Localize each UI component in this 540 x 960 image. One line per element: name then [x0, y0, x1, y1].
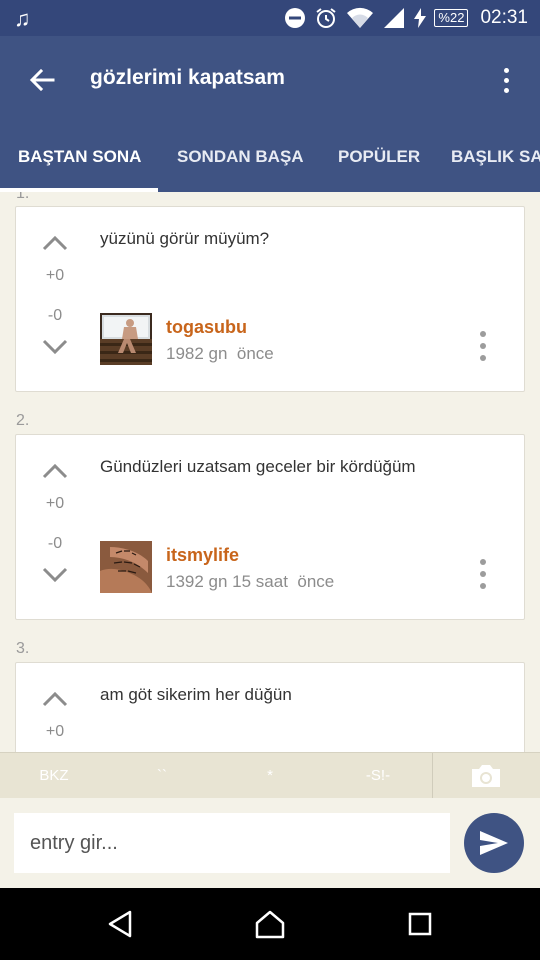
entry-text: yüzünü görür müyüm?	[100, 229, 270, 248]
entry-text: am göt sikerim her düğün	[100, 685, 292, 704]
send-button[interactable]	[464, 813, 524, 873]
upvote-button[interactable]	[40, 459, 70, 483]
upvote-button[interactable]	[40, 687, 70, 711]
battery-level: %22	[434, 9, 469, 27]
do-not-disturb-icon	[284, 7, 306, 29]
camera-button[interactable]	[462, 761, 510, 791]
downvote-count: -0	[47, 307, 63, 324]
entry-time: 1982 gn önce	[166, 344, 274, 363]
screen: ♫ %22 02:31 gözlerimi kapatsam BAŞTAN SO…	[0, 0, 540, 960]
entry-number: 1.	[16, 192, 30, 202]
nav-home-icon[interactable]	[250, 904, 290, 944]
avatar[interactable]	[100, 313, 152, 365]
entry-number: 2.	[16, 412, 30, 429]
music-note-icon: ♫	[14, 6, 31, 31]
nav-back-icon[interactable]	[100, 904, 140, 944]
wifi-icon	[346, 7, 374, 29]
more-vert-icon[interactable]	[492, 60, 520, 100]
chevron-up-icon	[42, 235, 68, 251]
entry-more-icon[interactable]	[478, 559, 488, 589]
backtick-button[interactable]: ``	[122, 753, 202, 799]
send-icon	[480, 831, 508, 855]
arrow-back-icon	[29, 68, 55, 92]
upvote-count: +0	[45, 723, 65, 740]
entry-card: +0 am göt sikerim her düğün	[15, 662, 525, 752]
author-link[interactable]: itsmylife	[166, 545, 239, 566]
downvote-count: -0	[47, 535, 63, 552]
tab-bastan-sona[interactable]: BAŞTAN SONA	[18, 122, 141, 192]
signal-icon	[382, 7, 406, 29]
downvote-button[interactable]	[40, 335, 70, 359]
bkz-button[interactable]: BKZ	[14, 753, 94, 799]
avatar[interactable]	[100, 541, 152, 593]
downvote-button[interactable]	[40, 563, 70, 587]
asterisk-button[interactable]: *	[230, 753, 310, 799]
tab-bar: BAŞTAN SONA SONDAN BAŞA POPÜLER BAŞLIK S…	[0, 122, 540, 192]
chevron-down-icon	[42, 339, 68, 355]
back-button[interactable]	[22, 60, 62, 100]
status-bar: ♫ %22 02:31	[0, 0, 540, 36]
status-icons: %22 02:31	[284, 0, 528, 36]
entry-number: 3.	[16, 640, 30, 657]
chevron-up-icon	[42, 691, 68, 707]
chevron-up-icon	[42, 463, 68, 479]
entry-input[interactable]	[14, 813, 450, 873]
spoiler-button[interactable]: -S!-	[338, 753, 418, 799]
nav-recents-icon[interactable]	[400, 904, 440, 944]
entry-card: +0 -0 Gündüzleri uzatsam geceler bir kör…	[15, 434, 525, 620]
tab-sondan-basa[interactable]: SONDAN BAŞA	[177, 122, 304, 192]
upvote-count: +0	[45, 267, 65, 284]
entry-text: Gündüzleri uzatsam geceler bir kördüğüm	[100, 457, 416, 476]
app-bar: gözlerimi kapatsam	[0, 36, 540, 122]
alarm-icon	[314, 6, 338, 30]
navigation-bar	[0, 888, 540, 960]
upvote-count: +0	[45, 495, 65, 512]
page-title: gözlerimi kapatsam	[90, 66, 285, 89]
composer	[0, 798, 540, 888]
entry-list[interactable]: 1. +0 -0 yüzünü görür müyüm? togasubu 19…	[0, 192, 540, 752]
format-bar: BKZ `` * -S!-	[0, 752, 540, 799]
author-link[interactable]: togasubu	[166, 317, 247, 338]
entry-card: +0 -0 yüzünü görür müyüm? togasubu 1982 …	[15, 206, 525, 392]
divider	[432, 753, 433, 799]
tab-populer[interactable]: POPÜLER	[338, 122, 420, 192]
entry-time: 1392 gn 15 saat önce	[166, 572, 335, 591]
clock: 02:31	[480, 7, 528, 28]
camera-icon	[472, 765, 500, 787]
entry-more-icon[interactable]	[478, 331, 488, 361]
charging-icon	[414, 8, 427, 28]
tab-baslik[interactable]: BAŞLIK SA	[451, 122, 540, 192]
upvote-button[interactable]	[40, 231, 70, 255]
chevron-down-icon	[42, 567, 68, 583]
